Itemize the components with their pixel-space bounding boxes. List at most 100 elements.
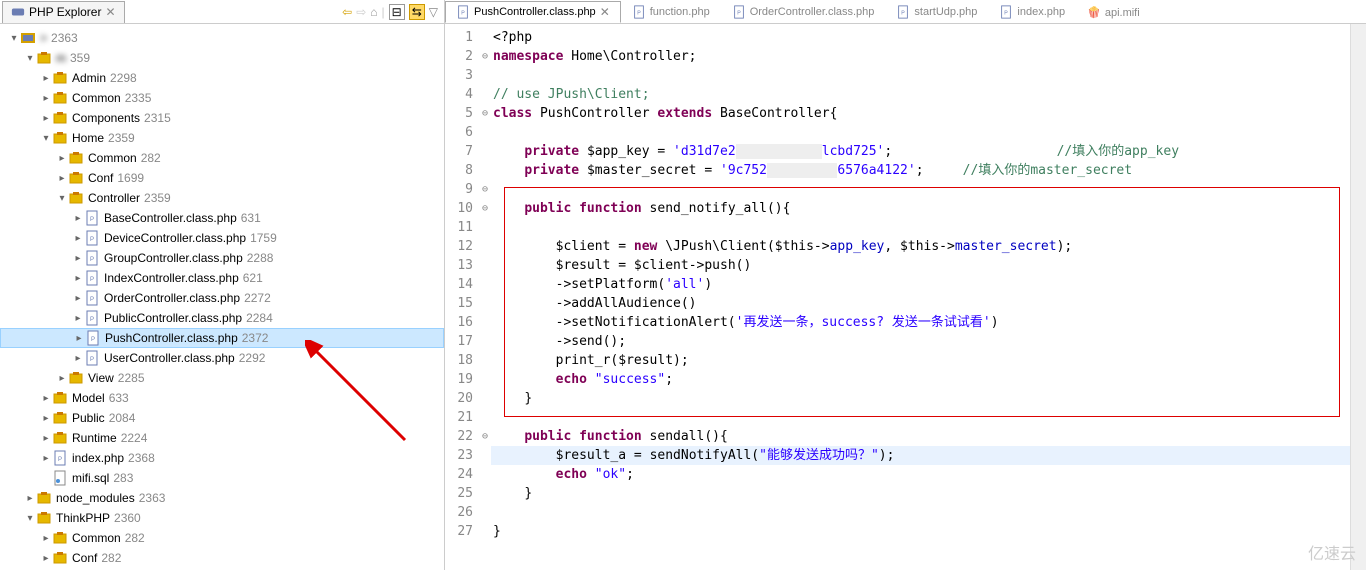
tree-item-ordercontroller-class-php[interactable]: ▸POrderController.class.php2272 (0, 288, 444, 308)
collapse-icon[interactable]: ⊟ (389, 4, 405, 20)
expand-arrow-icon[interactable]: ▸ (72, 213, 84, 224)
menu-icon[interactable]: ▽ (429, 5, 438, 19)
code-line-3[interactable] (493, 66, 1350, 85)
editor-tab-function-php[interactable]: Pfunction.php (621, 1, 721, 23)
tree-item-model[interactable]: ▸Model633 (0, 388, 444, 408)
expand-arrow-icon[interactable]: ▸ (40, 413, 52, 424)
tree-item-common[interactable]: ▸Common2335 (0, 88, 444, 108)
tree-item-m[interactable]: ▾m359 (0, 48, 444, 68)
code-line-6[interactable] (493, 123, 1350, 142)
expand-arrow-icon[interactable]: ▾ (24, 513, 36, 524)
tree-item-publiccontroller-class-php[interactable]: ▸PPublicController.class.php2284 (0, 308, 444, 328)
expand-arrow-icon[interactable]: ▸ (40, 453, 52, 464)
expand-arrow-icon[interactable]: ▸ (40, 393, 52, 404)
code-line-22[interactable]: public function sendall(){ (493, 427, 1350, 446)
code-line-1[interactable]: <?php (493, 28, 1350, 47)
tree-item-node-modules[interactable]: ▸node_modules2363 (0, 488, 444, 508)
tree-item-usercontroller-class-php[interactable]: ▸PUserController.class.php2292 (0, 348, 444, 368)
code-line-21[interactable] (493, 408, 1350, 427)
expand-arrow-icon[interactable]: ▸ (72, 353, 84, 364)
expand-arrow-icon[interactable]: ▸ (73, 333, 85, 344)
tree-item-conf[interactable]: ▸Conf1699 (0, 168, 444, 188)
expand-arrow-icon[interactable]: ▸ (72, 253, 84, 264)
expand-arrow-icon[interactable]: ▸ (24, 493, 36, 504)
fold-marker[interactable]: ⊖ (479, 180, 491, 199)
code-line-26[interactable] (493, 503, 1350, 522)
code-line-8[interactable]: private $master_secret = '9c752xxxxxxxxx… (493, 161, 1350, 180)
tree-item-controller[interactable]: ▾Controller2359 (0, 188, 444, 208)
vertical-scrollbar[interactable] (1350, 24, 1366, 570)
expand-arrow-icon[interactable]: ▾ (24, 53, 36, 64)
code-line-16[interactable]: ->setNotificationAlert('再发送一条，success? 发… (493, 313, 1350, 332)
code-line-25[interactable]: } (493, 484, 1350, 503)
forward-icon[interactable]: ⇨ (356, 5, 366, 19)
tree-item-common[interactable]: ▸Common282 (0, 148, 444, 168)
tree-item-runtime[interactable]: ▸Runtime2224 (0, 428, 444, 448)
tree-item-conf[interactable]: ▸Conf282 (0, 548, 444, 568)
code-line-15[interactable]: ->addAllAudience() (493, 294, 1350, 313)
code-line-12[interactable]: $client = new \JPush\Client($this->app_k… (493, 237, 1350, 256)
tree-item-view[interactable]: ▸View2285 (0, 368, 444, 388)
expand-arrow-icon[interactable]: ▸ (72, 293, 84, 304)
tree-item-common[interactable]: ▸Common282 (0, 528, 444, 548)
explorer-tab[interactable]: PHP Explorer ✕ (2, 1, 125, 23)
code-line-24[interactable]: echo "ok"; (493, 465, 1350, 484)
tree-item-home[interactable]: ▾Home2359 (0, 128, 444, 148)
code-line-13[interactable]: $result = $client->push() (493, 256, 1350, 275)
code-line-11[interactable] (493, 218, 1350, 237)
code-line-10[interactable]: public function send_notify_all(){ (493, 199, 1350, 218)
fold-gutter[interactable]: ⊖⊖⊖⊖⊖ (479, 24, 491, 570)
tree-item-basecontroller-class-php[interactable]: ▸PBaseController.class.php631 (0, 208, 444, 228)
tree-item-thinkphp[interactable]: ▾ThinkPHP2360 (0, 508, 444, 528)
tree-item-devicecontroller-class-php[interactable]: ▸PDeviceController.class.php1759 (0, 228, 444, 248)
expand-arrow-icon[interactable]: ▾ (40, 133, 52, 144)
code-editor[interactable]: 1234567891011121314151617181920212223242… (445, 24, 1366, 570)
tree-item-public[interactable]: ▸Public2084 (0, 408, 444, 428)
editor-tab-index-php[interactable]: Pindex.php (988, 1, 1076, 23)
expand-arrow-icon[interactable]: ▸ (56, 373, 68, 384)
code-line-27[interactable]: } (493, 522, 1350, 541)
expand-arrow-icon[interactable]: ▸ (72, 273, 84, 284)
expand-arrow-icon[interactable]: ▸ (56, 153, 68, 164)
tree-item--[interactable]: ▾>2363 (0, 28, 444, 48)
editor-tab-pushcontroller-class-php[interactable]: PPushController.class.php✕ (445, 1, 621, 23)
code-line-18[interactable]: print_r($result); (493, 351, 1350, 370)
expand-arrow-icon[interactable]: ▸ (40, 93, 52, 104)
fold-marker[interactable]: ⊖ (479, 47, 491, 66)
editor-tab-ordercontroller-class-php[interactable]: POrderController.class.php (721, 1, 886, 23)
code-line-23[interactable]: $result_a = sendNotifyAll("能够发送成功吗？"); (493, 446, 1350, 465)
close-icon[interactable]: ✕ (600, 5, 610, 19)
tree-item-pushcontroller-class-php[interactable]: ▸PPushController.class.php2372 (0, 328, 444, 348)
tree-item-components[interactable]: ▸Components2315 (0, 108, 444, 128)
tree-item-index-php[interactable]: ▸Pindex.php2368 (0, 448, 444, 468)
expand-arrow-icon[interactable]: ▾ (56, 193, 68, 204)
expand-arrow-icon[interactable]: ▸ (56, 173, 68, 184)
expand-arrow-icon[interactable]: ▸ (72, 313, 84, 324)
expand-arrow-icon[interactable]: ▸ (40, 113, 52, 124)
editor-tab-startudp-php[interactable]: PstartUdp.php (885, 1, 988, 23)
expand-arrow-icon[interactable]: ▸ (40, 433, 52, 444)
tree-item-groupcontroller-class-php[interactable]: ▸PGroupController.class.php2288 (0, 248, 444, 268)
code-line-4[interactable]: // use JPush\Client; (493, 85, 1350, 104)
expand-arrow-icon[interactable]: ▸ (72, 233, 84, 244)
expand-arrow-icon[interactable]: ▸ (40, 553, 52, 564)
fold-marker[interactable]: ⊖ (479, 199, 491, 218)
code-line-9[interactable] (493, 180, 1350, 199)
expand-arrow-icon[interactable]: ▸ (40, 533, 52, 544)
back-icon[interactable]: ⇦ (342, 5, 352, 19)
code-line-7[interactable]: private $app_key = 'd31d7e2xxxxxxxxxxxlc… (493, 142, 1350, 161)
expand-arrow-icon[interactable]: ▸ (40, 73, 52, 84)
code-line-5[interactable]: class PushController extends BaseControl… (493, 104, 1350, 123)
fold-marker[interactable]: ⊖ (479, 104, 491, 123)
code-line-2[interactable]: namespace Home\Controller; (493, 47, 1350, 66)
tree-item-admin[interactable]: ▸Admin2298 (0, 68, 444, 88)
tree-item-mifi-sql[interactable]: mifi.sql283 (0, 468, 444, 488)
code-line-17[interactable]: ->send(); (493, 332, 1350, 351)
file-tree[interactable]: ▾>2363▾m359▸Admin2298▸Common2335▸Compone… (0, 24, 444, 570)
code-line-14[interactable]: ->setPlatform('all') (493, 275, 1350, 294)
expand-arrow-icon[interactable]: ▾ (8, 33, 20, 44)
editor-tab-api-mifi[interactable]: 🍿api.mifi (1076, 2, 1151, 23)
fold-marker[interactable]: ⊖ (479, 427, 491, 446)
code-area[interactable]: <?phpnamespace Home\Controller; // use JP… (491, 24, 1350, 570)
close-icon[interactable]: ✕ (105, 5, 115, 19)
